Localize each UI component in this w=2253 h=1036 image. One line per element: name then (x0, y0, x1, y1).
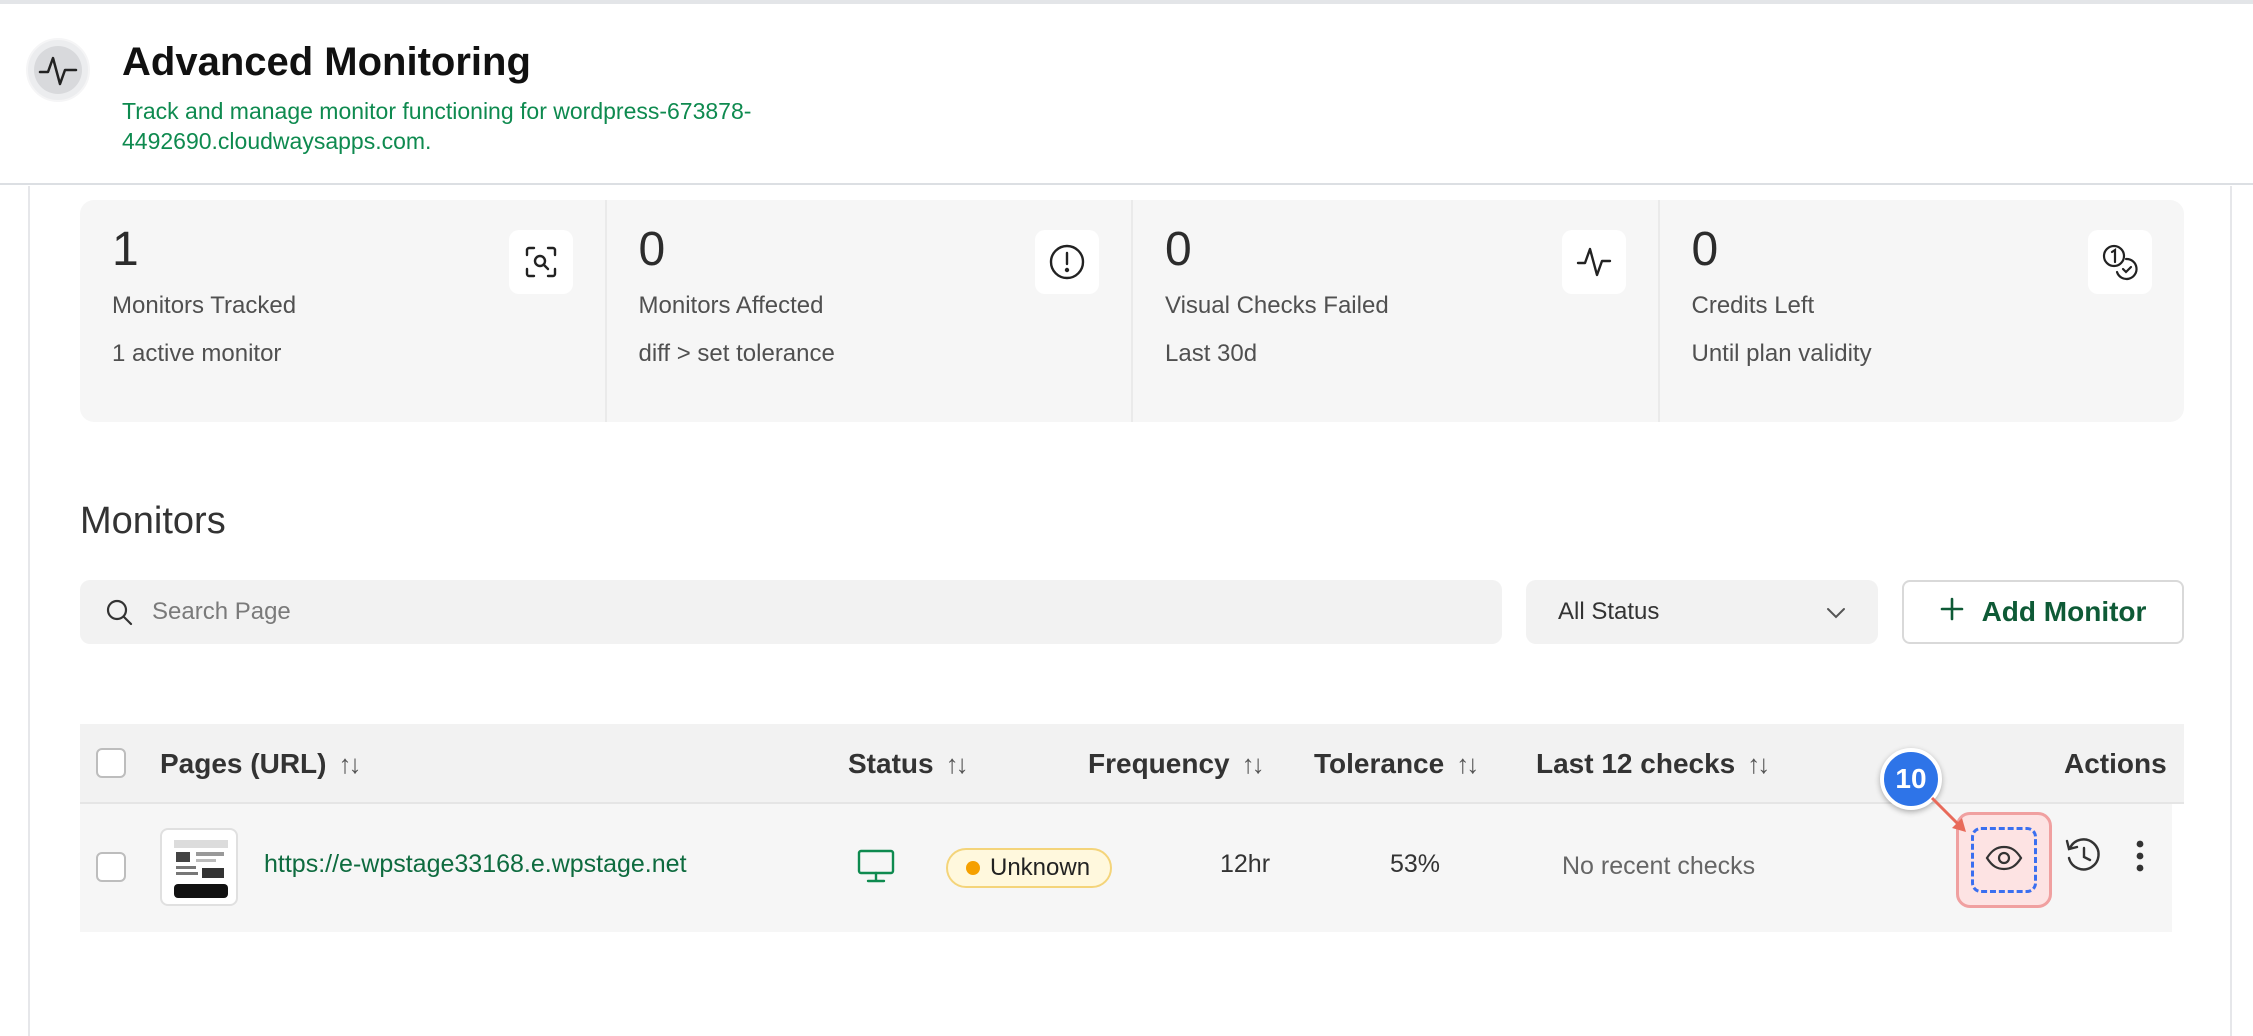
column-pages-label: Pages (URL) (160, 748, 327, 779)
search-bar[interactable] (80, 580, 1502, 644)
stat-label: Visual Checks Failed (1165, 292, 1389, 319)
column-tolerance-label: Tolerance (1314, 748, 1445, 779)
add-monitor-button[interactable]: Add Monitor (1902, 580, 2184, 644)
pulse-icon (34, 46, 82, 94)
table-row: https://e-wpstage33168.e.wpstage.net Unk… (80, 804, 2172, 932)
stat-value: 0 (1691, 223, 1719, 276)
chevron-down-icon (1826, 598, 1846, 626)
stat-sub: Until plan validity (1691, 340, 1872, 367)
status-dot (966, 861, 980, 875)
credits-icon (2088, 230, 2152, 294)
pulse-icon (1561, 230, 1626, 294)
tolerance-value: 53% (1390, 850, 1441, 878)
stat-value: 1 (112, 223, 139, 276)
stat-value: 0 (1165, 223, 1192, 276)
alert-circle-icon (1035, 230, 1099, 294)
stat-sub: Last 30d (1165, 340, 1258, 367)
row-checkbox[interactable] (96, 852, 126, 882)
select-all-checkbox[interactable] (96, 748, 126, 778)
column-frequency-label: Frequency (1088, 748, 1230, 779)
view-button[interactable] (1971, 827, 2037, 893)
last-checks-value: No recent checks (1562, 852, 1756, 880)
stat-sub: 1 active monitor (112, 340, 282, 367)
status-filter-value: All Status (1558, 598, 1660, 625)
search-scan-icon (508, 230, 573, 294)
more-actions-button[interactable] (2132, 836, 2148, 881)
more-vertical-icon (2132, 840, 2148, 880)
page-subtitle: Track and manage monitor functioning for… (122, 98, 752, 154)
stat-label: Credits Left (1691, 292, 1815, 319)
status-badge: Unknown (946, 848, 1113, 888)
table-header: Pages (URL) ↑↓ Status ↑↓ Frequency ↑↓ To… (80, 724, 2184, 804)
eye-icon (1985, 845, 2023, 876)
status-badge-label: Unknown (990, 854, 1091, 881)
search-input[interactable] (152, 598, 1452, 626)
stat-sub: diff > set tolerance (638, 340, 835, 367)
search-icon (104, 596, 136, 628)
column-status-label: Status (848, 748, 934, 779)
monitoring-logo (26, 38, 90, 102)
sort-icon[interactable]: ↑↓ (1456, 749, 1479, 780)
column-actions: Actions (2064, 724, 2167, 804)
stat-label: Monitors Affected (638, 292, 824, 319)
stat-monitors-tracked: 1 Monitors Tracked 1 active monitor (80, 200, 607, 422)
annotation-arrow-icon (1930, 796, 1966, 832)
column-last-checks-label: Last 12 checks (1536, 748, 1736, 779)
plus-icon (1940, 596, 1964, 628)
stat-credits-left: 0 Credits Left Until plan validity (1660, 200, 2185, 422)
view-highlight (1956, 812, 2052, 908)
main-content: 1 Monitors Tracked 1 active monitor 0 Mo… (28, 186, 2232, 1036)
frequency-value: 12hr (1220, 850, 1271, 878)
desktop-icon (856, 848, 896, 889)
column-status[interactable]: Status ↑↓ (848, 724, 969, 804)
page-header: Advanced Monitoring Track and manage mon… (0, 4, 2253, 185)
add-monitor-label: Add Monitor (1981, 596, 2147, 627)
column-last-checks[interactable]: Last 12 checks ↑↓ (1536, 724, 1770, 804)
sort-icon[interactable]: ↑↓ (1242, 749, 1265, 780)
column-tolerance[interactable]: Tolerance ↑↓ (1314, 724, 1479, 804)
page-title: Advanced Monitoring (122, 40, 531, 84)
column-pages[interactable]: Pages (URL) ↑↓ (160, 724, 361, 804)
monitor-url-link[interactable]: https://e-wpstage33168.e.wpstage.net (264, 850, 687, 879)
page-thumbnail[interactable] (160, 828, 238, 906)
history-button[interactable] (2064, 836, 2104, 881)
history-icon (2064, 838, 2104, 880)
sort-icon[interactable]: ↑↓ (946, 749, 969, 780)
stat-monitors-affected: 0 Monitors Affected diff > set tolerance (607, 200, 1133, 422)
stat-visual-checks-failed: 0 Visual Checks Failed Last 30d (1133, 200, 1660, 422)
status-filter-select[interactable]: All Status (1526, 580, 1878, 644)
column-frequency[interactable]: Frequency ↑↓ (1088, 724, 1265, 804)
sort-icon[interactable]: ↑↓ (1747, 749, 1770, 780)
sort-icon[interactable]: ↑↓ (338, 749, 361, 780)
column-actions-label: Actions (2064, 748, 2167, 779)
monitors-title: Monitors (80, 500, 226, 542)
stat-label: Monitors Tracked (112, 292, 297, 319)
stat-value: 0 (638, 223, 666, 276)
stats-panel: 1 Monitors Tracked 1 active monitor 0 Mo… (80, 200, 2184, 422)
